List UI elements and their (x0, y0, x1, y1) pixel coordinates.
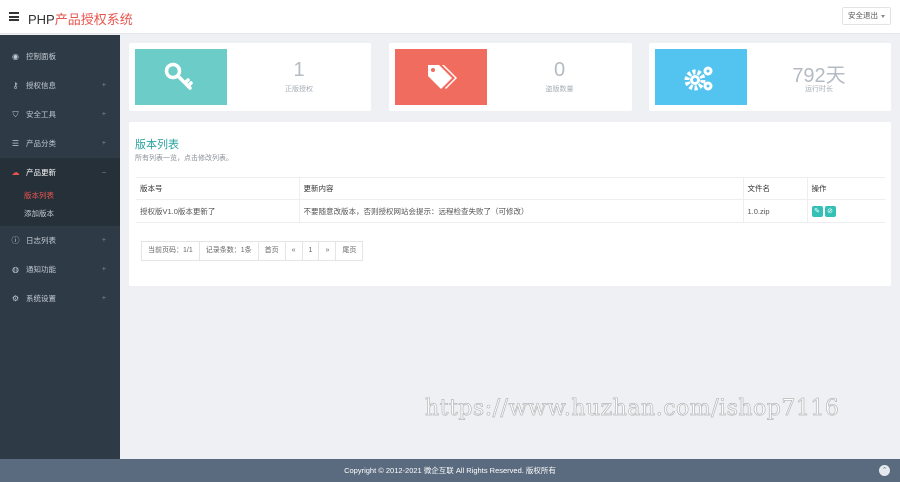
stat-card-licenses: 1 正版授权 (129, 43, 371, 111)
stat-value: 0 (553, 59, 566, 81)
stat-label: 正版授权 (285, 86, 313, 93)
table-row: 授权版V1.0版本更新了 不要随意改版本，否则授权网站会提示：远程检查失败了（可… (136, 199, 885, 223)
sidebar-item-license[interactable]: ⚷ 授权信息 + (0, 71, 120, 100)
stat-card-uptime: 792天 运行时长 (649, 43, 891, 111)
pagination: 当前页码：1/1 记录条数：1条 首页 « 1 » 尾页 (141, 241, 364, 261)
gears-icon (655, 49, 747, 105)
stat-tile-uptime (655, 49, 747, 105)
list-icon: ☰ (11, 139, 20, 148)
shield-icon: ⛉ (12, 110, 19, 119)
stat-card-piracy: 0 盗版数量 (389, 43, 632, 111)
logout-button[interactable]: 安全退出 (842, 7, 891, 25)
pager-current-page: 当前页码：1/1 (148, 247, 193, 254)
panel-subtitle: 所有列表一览，点击修改列表。 (135, 155, 233, 162)
sidebar-item-notify[interactable]: ◍ 通知功能 + (0, 255, 120, 284)
sidebar-subitem-add-version[interactable]: 添加版本 (0, 205, 120, 223)
bell-icon: ◍ (12, 265, 19, 274)
stat-label: 盗版数量 (545, 86, 574, 93)
menu-toggle-icon[interactable] (9, 12, 19, 21)
expand-icon: + (101, 237, 106, 244)
pager-first[interactable]: 首页 (257, 242, 285, 260)
stat-label: 运行时长 (805, 86, 833, 93)
pager-prev[interactable]: « (284, 242, 302, 260)
scroll-top-icon[interactable]: ⌃ (879, 465, 890, 476)
expand-icon: + (101, 111, 106, 118)
expand-icon: + (101, 140, 106, 147)
brand-title: PHP产品授权系统 (28, 12, 133, 27)
dashboard-icon: ◉ (12, 52, 19, 61)
key-icon (135, 49, 227, 105)
gear-small-bottom-hole (706, 84, 710, 88)
gear-large-hole (693, 78, 697, 82)
version-table: 版本号 更新内容 文件名 操作 授权版V1.0版本更新了 不要随意改版本，否则授… (136, 177, 885, 223)
pager-total-records: 记录条数：1条 (198, 242, 258, 260)
panel-title: 版本列表 (135, 139, 179, 151)
column-header-actions: 操作 (806, 177, 885, 200)
gears-icon: ⚙ (11, 294, 20, 303)
cell-actions: ✎ ⊘ (806, 199, 885, 223)
cell-version: 授权版V1.0版本更新了 (136, 199, 299, 223)
sidebar-item-logs[interactable]: ⓘ 日志列表 + (0, 226, 120, 255)
tags-icon (395, 49, 487, 105)
delete-button[interactable]: ⊘ (824, 205, 836, 217)
watermark: https://www.huzhan.com/ishop7116 (425, 396, 840, 422)
version-list-panel: 版本列表 所有列表一览，点击修改列表。 版本号 更新内容 文件名 操作 授权版V… (129, 122, 891, 286)
top-bar: PHP产品授权系统 安全退出 (0, 0, 900, 34)
column-header-version: 版本号 (136, 177, 299, 200)
copyright-text: Copyright © 2012-2021 微企互联 All Rights Re… (344, 466, 556, 475)
chevron-down-icon (881, 14, 885, 18)
sidebar-item-settings[interactable]: ⚙ 系统设置 + (0, 284, 120, 313)
pager-next[interactable]: » (318, 242, 335, 260)
sidebar-subnav: 版本列表 添加版本 (0, 187, 120, 226)
stat-tile-licenses (135, 49, 227, 105)
expand-icon: + (101, 295, 106, 302)
collapse-icon: – (102, 169, 106, 176)
key-icon: ⚷ (12, 81, 19, 90)
cell-file: 1.0.zip (742, 199, 807, 223)
info-icon: ⓘ (11, 236, 20, 245)
column-header-file: 文件名 (742, 177, 807, 200)
sidebar-item-security[interactable]: ⛉ 安全工具 + (0, 100, 120, 129)
sidebar-item-dashboard[interactable]: ◉ 控制面板 (0, 42, 120, 71)
gear-small-top-hole (706, 69, 710, 73)
tag-hole (431, 68, 435, 72)
stat-value: 1 (293, 59, 305, 81)
expand-icon: + (101, 266, 106, 273)
stat-tile-piracy (395, 49, 487, 105)
column-header-content: 更新内容 (298, 177, 743, 200)
pager-page-1[interactable]: 1 (301, 242, 319, 260)
sidebar-item-category[interactable]: ☰ 产品分类 + (0, 129, 120, 158)
edit-button[interactable]: ✎ (811, 205, 823, 217)
sidebar-subitem-version-list[interactable]: 版本列表 (0, 187, 120, 205)
sidebar-item-updates[interactable]: ☁ 产品更新 – (0, 158, 120, 187)
cloud-download-icon: ☁ (11, 168, 20, 177)
expand-icon: + (101, 82, 106, 89)
footer: Copyright © 2012-2021 微企互联 All Rights Re… (0, 459, 900, 482)
cell-content: 不要随意改版本，否则授权网站会提示：远程检查失败了（可修改） (298, 199, 743, 223)
table-header-row: 版本号 更新内容 文件名 操作 (136, 177, 885, 200)
pager-last[interactable]: 尾页 (335, 242, 362, 260)
sidebar: ◉ 控制面板 ⚷ 授权信息 + ⛉ 安全工具 + ☰ 产品分类 + ☁ 产品更新 – 版本列表 添… (0, 35, 120, 459)
